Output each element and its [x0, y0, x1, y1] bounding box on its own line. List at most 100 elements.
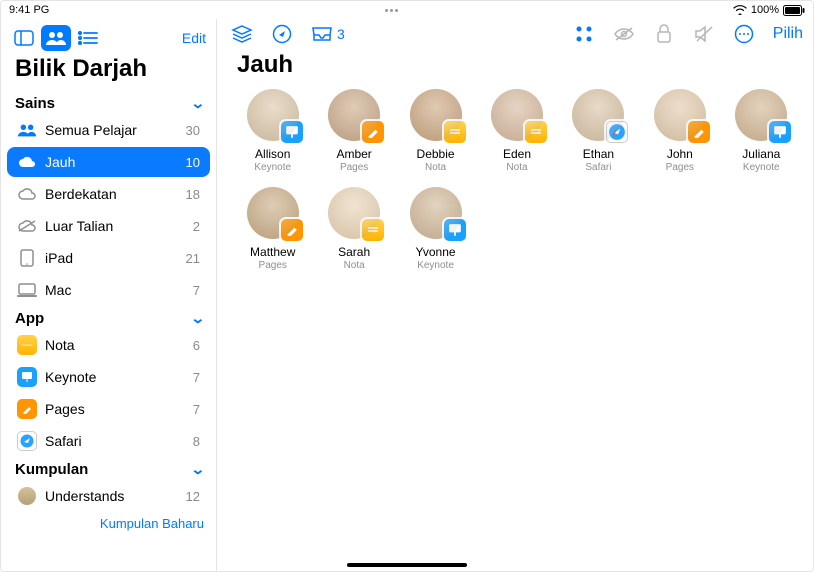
battery-percent: 100% [751, 4, 779, 16]
student-name: John [667, 147, 693, 161]
people-icon [17, 120, 37, 140]
pages-badge-icon [281, 219, 303, 241]
mac-icon [17, 280, 37, 300]
student-app: Keynote [743, 162, 780, 173]
student-card[interactable]: YvonneKeynote [400, 187, 471, 271]
clock: 9:41 PG [9, 4, 49, 16]
grid-icon [573, 23, 595, 45]
sidebar-item-count: 30 [186, 123, 200, 138]
student-card[interactable]: EthanSafari [563, 89, 634, 173]
student-name: Amber [336, 147, 371, 161]
select-button[interactable]: Pilih [773, 25, 803, 43]
section-header-apps[interactable]: App ⌄ [1, 306, 216, 329]
student-name: Allison [255, 147, 290, 161]
cloud-icon [17, 152, 37, 172]
ellipsis-circle-icon [733, 23, 755, 45]
student-card[interactable]: AmberPages [318, 89, 389, 173]
keynote-icon [17, 367, 37, 387]
list-apps: —Nota6Keynote7 Pages 7 Safari8 [1, 329, 216, 457]
section-header-groups[interactable]: Kumpulan ⌄ [1, 457, 216, 480]
navigate-button[interactable] [271, 23, 293, 45]
student-card[interactable]: SarahNota [318, 187, 389, 271]
student-app: Pages [259, 260, 287, 271]
hide-button[interactable] [613, 23, 635, 45]
student-app: Nota [506, 162, 527, 173]
sidebar-item-label: Berdekatan [45, 186, 178, 202]
student-card[interactable]: DebbieNota [400, 89, 471, 173]
home-indicator[interactable] [347, 563, 467, 567]
keynote-badge-icon [769, 121, 791, 143]
avatar [654, 89, 706, 141]
more-button[interactable] [733, 23, 755, 45]
section-header-label: App [15, 310, 44, 327]
status-bar: 9:41 PG 100% [1, 1, 813, 19]
sidebar-item-nota[interactable]: —Nota6 [7, 330, 210, 360]
nota-icon: — [17, 335, 37, 355]
apps-grid-button[interactable] [573, 23, 595, 45]
student-app: Safari [585, 162, 611, 173]
sidebar-item-count: 21 [186, 251, 200, 266]
lock-button[interactable] [653, 23, 675, 45]
student-card[interactable]: MatthewPages [237, 187, 308, 271]
avatar [328, 187, 380, 239]
section-header-label: Kumpulan [15, 461, 88, 478]
sidebar-item-semua-pelajar[interactable]: Semua Pelajar 30 [7, 115, 210, 145]
student-card[interactable]: JulianaKeynote [726, 89, 797, 173]
nota-badge-icon [444, 121, 466, 143]
sidebar-item-pages[interactable]: Pages 7 [7, 394, 210, 424]
list-view-button[interactable] [73, 25, 103, 51]
list-class: Semua Pelajar30Jauh10Berdekatan18Luar Ta… [1, 114, 216, 306]
pages-badge-icon [362, 121, 384, 143]
sidebar-item-ipad[interactable]: iPad 21 [7, 243, 210, 273]
avatar [410, 89, 462, 141]
student-name: Eden [503, 147, 531, 161]
section-header-class[interactable]: Sains ⌄ [1, 91, 216, 114]
student-app: Keynote [417, 260, 454, 271]
edit-button[interactable]: Edit [182, 30, 206, 46]
student-app: Pages [340, 162, 368, 173]
multitask-dots[interactable] [385, 9, 398, 12]
sidebar-item-count: 8 [193, 434, 200, 449]
safari-icon [17, 431, 37, 451]
avatar [491, 89, 543, 141]
sidebar-item-mac[interactable]: Mac7 [7, 275, 210, 305]
sidebar-item-label: Pages [45, 401, 185, 417]
sidebar-item-jauh[interactable]: Jauh10 [7, 147, 210, 177]
student-card[interactable]: AllisonKeynote [237, 89, 308, 173]
section-header-label: Sains [15, 95, 55, 112]
sidebar-item-label: iPad [45, 250, 178, 266]
student-grid: AllisonKeynoteAmberPagesDebbieNotaEdenNo… [217, 89, 813, 271]
inbox-button[interactable]: 3 [311, 23, 345, 45]
student-card[interactable]: EdenNota [481, 89, 552, 173]
sidebar-item-keynote[interactable]: Keynote7 [7, 362, 210, 392]
sidebar-item-label: Semua Pelajar [45, 122, 178, 138]
student-app: Nota [425, 162, 446, 173]
new-group-button[interactable]: Kumpulan Baharu [1, 512, 216, 531]
toolbar: 3 Pilih [217, 19, 813, 47]
avatar [247, 187, 299, 239]
layers-button[interactable] [231, 23, 253, 45]
sidebar-item-berdekatan[interactable]: Berdekatan18 [7, 179, 210, 209]
people-view-button[interactable] [41, 25, 71, 51]
student-card[interactable]: JohnPages [644, 89, 715, 173]
sidebar-item-safari[interactable]: Safari8 [7, 426, 210, 456]
sidebar: Edit Bilik Darjah Sains ⌄ Semua Pelajar 3… [1, 19, 217, 571]
pages-badge-icon [688, 121, 710, 143]
sidebar-item-luar-talian[interactable]: Luar Talian2 [7, 211, 210, 241]
ipad-icon [17, 248, 37, 268]
inbox-badge: 3 [337, 26, 345, 42]
list-groups: Understands12 [1, 480, 216, 512]
student-app: Keynote [254, 162, 291, 173]
sidebar-item-understands[interactable]: Understands12 [7, 481, 210, 511]
sidebar-item-label: Jauh [45, 154, 178, 170]
sidebar-toggle-button[interactable] [9, 25, 39, 51]
sidebar-item-label: Luar Talian [45, 218, 185, 234]
avatar [410, 187, 462, 239]
chevron-down-icon: ⌄ [191, 310, 206, 327]
app-title: Bilik Darjah [1, 53, 216, 91]
app-window: 9:41 PG 100% [0, 0, 814, 572]
student-name: Sarah [338, 245, 370, 259]
mute-button[interactable] [693, 23, 715, 45]
main-panel: 3 Pilih Jauh [217, 19, 813, 571]
sidebar-item-count: 7 [193, 402, 200, 417]
